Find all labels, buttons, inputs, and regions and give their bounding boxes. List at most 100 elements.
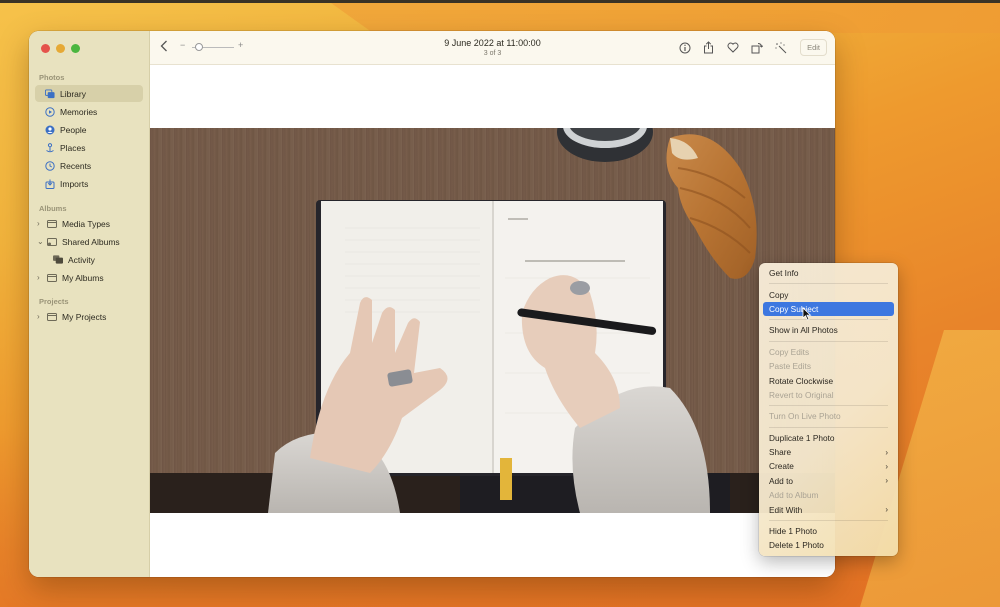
chevron-right-icon[interactable]: › — [37, 273, 45, 282]
chevron-right-icon[interactable]: › — [37, 219, 45, 228]
sidebar-heading-projects: Projects — [39, 297, 69, 306]
sidebar-item-my-albums[interactable]: › My Albums — [35, 269, 143, 286]
chevron-right-icon: › — [885, 476, 888, 486]
sidebar-item-label: My Albums — [62, 272, 104, 283]
sidebar-heading-photos: Photos — [39, 73, 65, 82]
rotate-icon[interactable] — [750, 41, 763, 54]
memories-icon — [45, 106, 55, 117]
sidebar-item-label: Memories — [60, 106, 98, 117]
chevron-right-icon: › — [885, 505, 888, 515]
sidebar-item-library[interactable]: Library — [35, 85, 143, 102]
sidebar: Photos Library Memories People Places Re… — [29, 31, 150, 577]
sidebar-item-places[interactable]: Places — [35, 139, 143, 156]
menu-separator — [769, 283, 888, 285]
menu-item-turn-on-live-photo: Turn On Live Photo — [763, 409, 894, 423]
chevron-down-icon[interactable]: ⌄ — [37, 237, 45, 246]
sidebar-item-label: Imports — [60, 178, 89, 189]
menu-item-revert-to-original: Revert to Original — [763, 388, 894, 402]
sidebar-item-people[interactable]: People — [35, 121, 143, 138]
sidebar-item-label: Activity — [68, 254, 95, 265]
menu-item-add-to[interactable]: Add to › — [763, 474, 894, 488]
zoom-button[interactable] — [71, 44, 80, 53]
menu-separator — [769, 319, 888, 321]
folder-icon — [47, 219, 57, 229]
menu-item-rotate-clockwise[interactable]: Rotate Clockwise — [763, 373, 894, 387]
menu-separator — [769, 405, 888, 407]
sidebar-item-label: People — [60, 124, 87, 135]
recents-icon — [45, 160, 55, 171]
menu-item-delete[interactable]: Delete 1 Photo — [763, 538, 894, 552]
sidebar-item-activity[interactable]: Activity — [35, 251, 143, 268]
menu-item-copy-subject[interactable]: Copy Subject — [763, 301, 894, 317]
magic-wand-icon[interactable] — [774, 41, 787, 54]
shared-folder-icon — [47, 237, 57, 247]
menu-item-label: Duplicate 1 Photo — [769, 432, 835, 443]
menu-item-label: Copy Edits — [769, 346, 810, 357]
menu-item-label: Delete 1 Photo — [769, 540, 824, 551]
chevron-right-icon[interactable]: › — [37, 312, 45, 321]
menu-item-label: Show in All Photos — [769, 325, 838, 336]
sidebar-item-shared-albums[interactable]: ⌄ Shared Albums — [35, 233, 143, 250]
menu-item-label: Create — [769, 461, 794, 472]
info-icon[interactable] — [678, 41, 691, 54]
minimize-button[interactable] — [56, 44, 65, 53]
menu-item-hide[interactable]: Hide 1 Photo — [763, 524, 894, 538]
menu-item-label: Edit With — [769, 504, 803, 515]
share-icon[interactable] — [702, 41, 715, 54]
menu-item-label: Paste Edits — [769, 361, 811, 372]
menu-item-duplicate[interactable]: Duplicate 1 Photo — [763, 431, 894, 445]
menu-item-copy-edits: Copy Edits — [763, 345, 894, 359]
menu-separator — [769, 340, 888, 342]
menu-item-label: Hide 1 Photo — [769, 526, 817, 537]
sidebar-item-label: Recents — [60, 160, 92, 171]
mouse-cursor-icon — [802, 307, 812, 321]
menu-item-create[interactable]: Create › — [763, 459, 894, 473]
menu-item-show-in-all-photos[interactable]: Show in All Photos — [763, 323, 894, 337]
menu-item-label: Add to Album — [769, 490, 819, 501]
wallpaper-shape — [331, 3, 1000, 33]
people-icon — [45, 125, 55, 135]
menu-item-label: Rotate Clockwise — [769, 375, 834, 386]
folder-icon — [47, 312, 57, 322]
menu-item-edit-with[interactable]: Edit With › — [763, 502, 894, 516]
menu-bar-edge — [0, 0, 1000, 3]
sidebar-item-memories[interactable]: Memories — [35, 103, 143, 120]
chevron-right-icon: › — [885, 447, 888, 457]
edit-button[interactable]: Edit — [800, 39, 827, 56]
menu-separator — [769, 426, 888, 428]
activity-icon — [53, 255, 63, 265]
places-icon — [45, 142, 55, 153]
heart-icon[interactable] — [726, 41, 739, 54]
sidebar-item-label: My Projects — [62, 311, 107, 322]
menu-item-label: Add to — [769, 475, 793, 486]
library-icon — [45, 88, 55, 99]
menu-item-paste-edits: Paste Edits — [763, 359, 894, 373]
sidebar-item-label: Media Types — [62, 218, 111, 229]
photo[interactable] — [150, 128, 835, 513]
menu-item-share[interactable]: Share › — [763, 445, 894, 459]
sidebar-item-label: Shared Albums — [62, 236, 120, 247]
sidebar-item-media-types[interactable]: › Media Types — [35, 215, 143, 232]
sidebar-item-my-projects[interactable]: › My Projects — [35, 308, 143, 325]
folder-icon — [47, 273, 57, 283]
imports-icon — [45, 179, 55, 189]
menu-item-get-info[interactable]: Get Info — [763, 266, 894, 280]
menu-item-label: Copy — [769, 289, 789, 300]
sidebar-item-imports[interactable]: Imports — [35, 175, 143, 192]
window-controls — [41, 44, 80, 53]
close-button[interactable] — [41, 44, 50, 53]
chevron-right-icon: › — [885, 461, 888, 471]
menu-item-label: Share — [769, 447, 792, 458]
menu-item-add-to-album: Add to Album — [763, 488, 894, 502]
menu-item-label: Get Info — [769, 268, 799, 279]
menu-separator — [769, 519, 888, 521]
sidebar-item-recents[interactable]: Recents — [35, 157, 143, 174]
sidebar-heading-albums: Albums — [39, 204, 67, 213]
menu-item-label: Turn On Live Photo — [769, 411, 841, 422]
sidebar-item-label: Library — [60, 88, 86, 99]
photos-window: Photos Library Memories People Places Re… — [29, 31, 835, 577]
menu-item-copy[interactable]: Copy — [763, 287, 894, 301]
photo-viewer: − + 9 June 2022 at 11:00:00 3 of 3 Edit — [150, 31, 835, 577]
context-menu: Get Info Copy Copy Subject Show in All P… — [759, 263, 898, 556]
sidebar-item-label: Places — [60, 142, 86, 153]
